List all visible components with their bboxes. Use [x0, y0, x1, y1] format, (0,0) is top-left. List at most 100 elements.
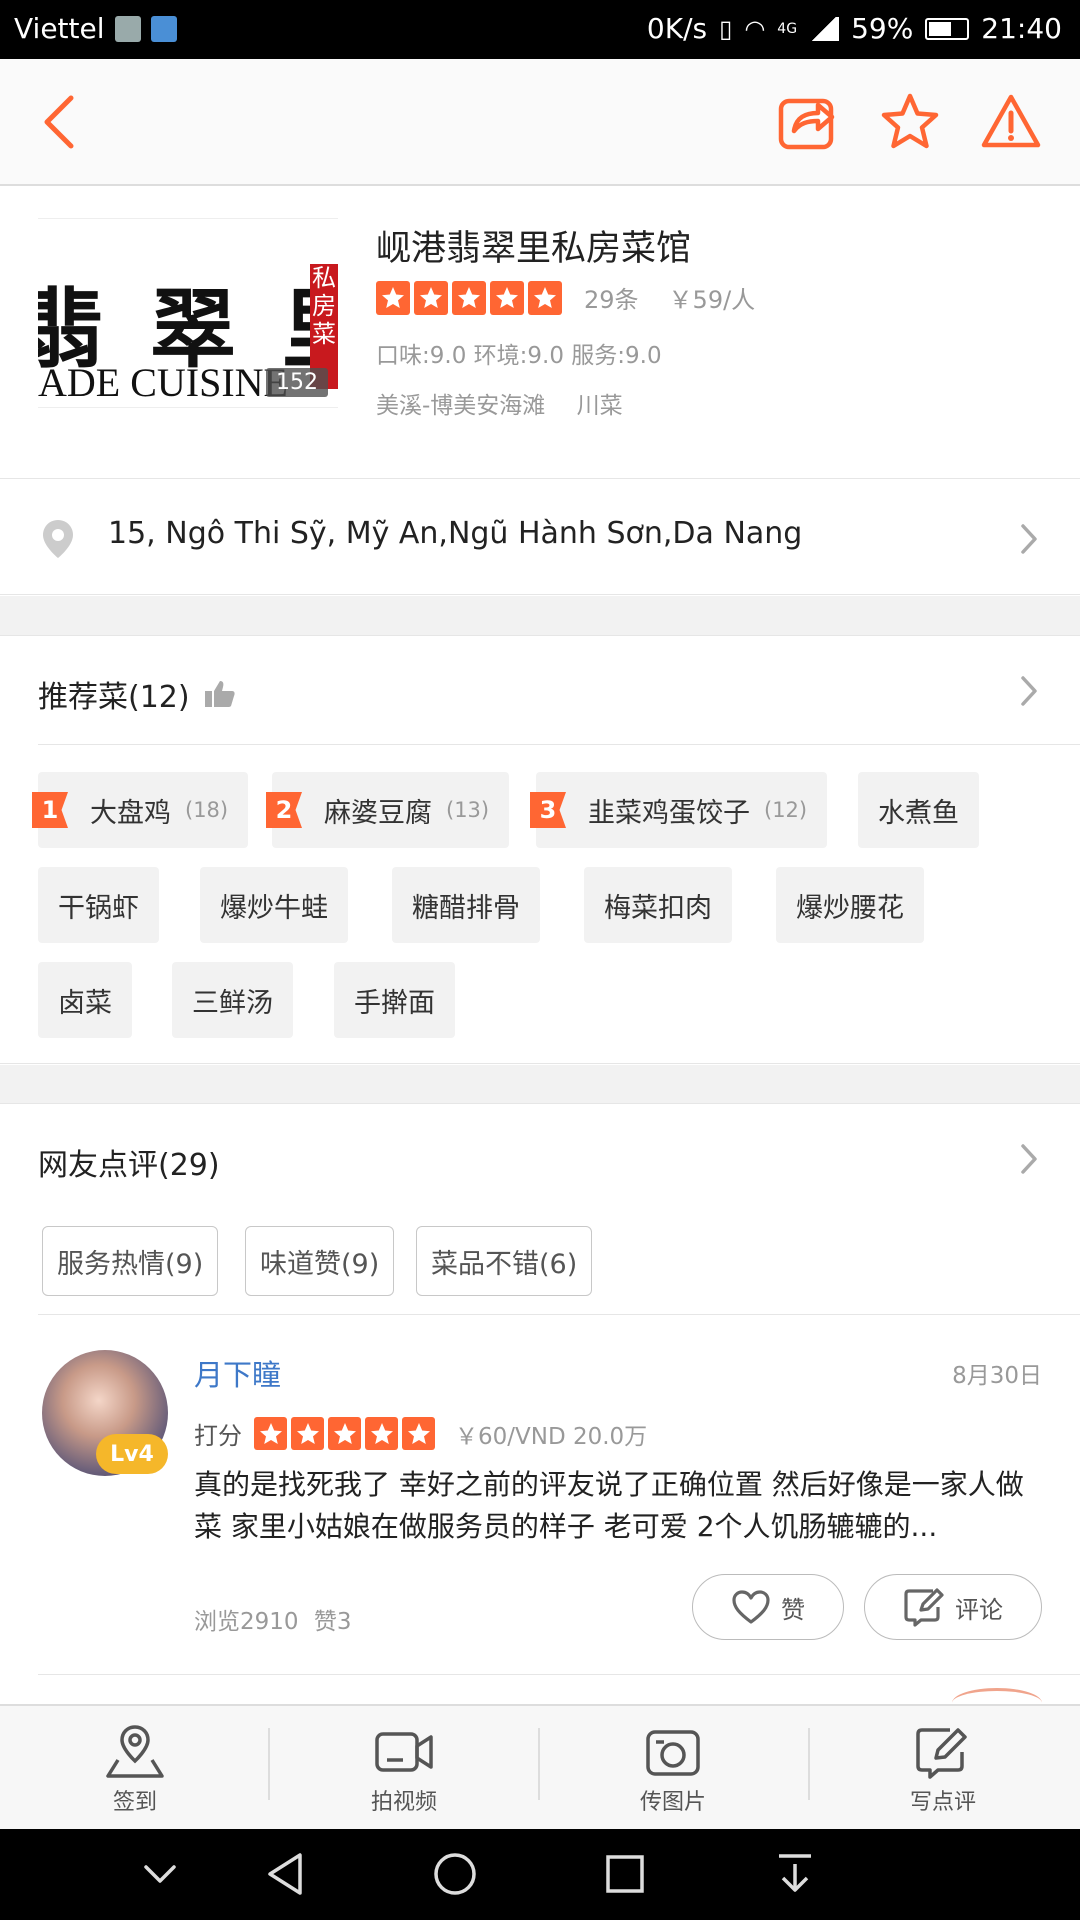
- report-button[interactable]: [976, 87, 1046, 157]
- dish-tag[interactable]: 糖醋排骨: [392, 867, 540, 943]
- record-video-label: 拍视频: [370, 1790, 437, 1815]
- rating-star-icon: [376, 280, 410, 315]
- rank-badge: 3: [530, 792, 566, 828]
- checkin-pin-icon: [106, 1725, 164, 1778]
- address-row[interactable]: 15, Ngô Thi Sỹ, Mỹ An,Ngũ Hành Sơn,Da Na…: [0, 480, 1080, 595]
- triangle-back-icon: [268, 1853, 302, 1895]
- rank-badge: 2: [266, 792, 302, 828]
- detail-scores: 口味:9.0 环境:9.0 服务:9.0: [376, 343, 662, 369]
- dish-name: 干锅虾: [58, 892, 139, 924]
- battery-percent: 59%: [851, 12, 914, 45]
- dish-name: 水煮鱼: [878, 797, 959, 829]
- nav-collapse-button[interactable]: [130, 1849, 190, 1899]
- dish-tag[interactable]: 爆炒牛蛙: [200, 867, 348, 943]
- review-date: 8月30日: [952, 1363, 1042, 1389]
- rating-star-icon: [328, 1417, 361, 1450]
- rating-star-icon: [490, 280, 524, 315]
- network-type: 4G: [777, 20, 798, 37]
- battery-icon: [925, 17, 970, 40]
- nav-recents-button[interactable]: [595, 1849, 655, 1899]
- share-icon: [778, 98, 835, 150]
- checkin-button[interactable]: 签到: [60, 1724, 210, 1816]
- rating-star-icon: [414, 280, 448, 315]
- review-score-row: 打分 ￥60/VND 20.0万: [194, 1416, 647, 1451]
- share-button[interactable]: [772, 87, 842, 157]
- rating-star-icon: [452, 280, 486, 315]
- photo-count-badge: 152: [266, 368, 328, 397]
- write-review-label: 写点评: [909, 1790, 976, 1815]
- notification-icon: [114, 15, 141, 42]
- review-text[interactable]: 真的是找死我了 幸好之前的评友说了正确位置 然后好像是一家人做菜 家里小姑娘在做…: [194, 1464, 1044, 1548]
- rating-star-icon: [291, 1417, 324, 1450]
- video-camera-icon: [375, 1732, 433, 1772]
- rating-star-icon: [365, 1417, 398, 1450]
- dish-name: 梅菜扣肉: [604, 892, 712, 924]
- review-tag[interactable]: 味道赞(9): [245, 1226, 395, 1296]
- vibrate-icon: ▯: [719, 14, 733, 43]
- system-nav-bar: [0, 1829, 1080, 1920]
- review-tag[interactable]: 菜品不错(6): [416, 1226, 593, 1296]
- reviews-title[interactable]: 网友点评(29): [38, 1140, 220, 1184]
- dish-tag[interactable]: 梅菜扣肉: [584, 867, 732, 943]
- chevron-right-icon: [1021, 1144, 1037, 1174]
- like-button[interactable]: 赞: [692, 1574, 844, 1640]
- comment-label: 评论: [955, 1595, 1003, 1624]
- record-video-button[interactable]: 拍视频: [329, 1724, 479, 1816]
- dish-tag[interactable]: 干锅虾: [38, 867, 159, 943]
- dish-name: 三鲜汤: [192, 987, 273, 1019]
- chevron-down-icon: [144, 1865, 176, 1883]
- square-recents-icon: [606, 1855, 644, 1893]
- dish-tag[interactable]: 爆炒腰花: [776, 867, 924, 943]
- back-arrow-icon: [44, 95, 74, 149]
- nav-back-button[interactable]: [255, 1849, 315, 1899]
- shop-rating-row: 29条 ￥59/人: [376, 280, 755, 315]
- dish-tag[interactable]: 卤菜: [38, 962, 132, 1038]
- dish-tag[interactable]: 2 麻婆豆腐 (13): [266, 772, 510, 848]
- nav-home-button[interactable]: [425, 1849, 485, 1899]
- review-price: ￥60/VND 20.0万: [455, 1423, 648, 1450]
- write-review-icon: [916, 1728, 967, 1779]
- chevron-right-icon: [1021, 524, 1037, 554]
- dish-tag[interactable]: 三鲜汤: [172, 962, 293, 1038]
- separator: [268, 1728, 270, 1800]
- section-gap: [0, 596, 1080, 636]
- divider: [38, 744, 1080, 745]
- dish-count: (18): [185, 798, 229, 822]
- signal-icon: [809, 16, 840, 41]
- action-bar: 签到 拍视频 传图片 写点评: [0, 1704, 1080, 1829]
- like-count: 赞3: [313, 1609, 352, 1635]
- upload-photo-button[interactable]: 传图片: [598, 1724, 748, 1816]
- recommended-dishes-section: 推荐菜(12) 1 大盘鸡 (18) 2 麻婆豆腐 (13) 3 韭菜鸡蛋饺子 …: [0, 636, 1080, 1064]
- favorite-button[interactable]: [875, 87, 945, 157]
- dish-tag[interactable]: 1 大盘鸡 (18): [32, 772, 249, 848]
- dish-tag[interactable]: 3 韭菜鸡蛋饺子 (12): [530, 772, 828, 848]
- divider: [38, 1674, 1080, 1675]
- recommended-header[interactable]: 推荐菜(12): [38, 672, 236, 716]
- section-gap: [0, 1065, 1080, 1104]
- shop-rating-stars: [376, 280, 562, 315]
- circle-home-icon: [434, 1853, 476, 1895]
- nav-notification-pull-button[interactable]: [765, 1849, 825, 1899]
- address-text: 15, Ngô Thi Sỹ, Mỹ An,Ngũ Hành Sơn,Da Na…: [108, 516, 803, 551]
- rank-badge: 1: [32, 792, 68, 828]
- separator: [808, 1728, 810, 1800]
- pull-down-icon: [779, 1854, 811, 1892]
- dish-tag[interactable]: 手擀面: [334, 962, 455, 1038]
- comment-button[interactable]: 评论: [864, 1574, 1042, 1640]
- review-tag[interactable]: 服务热情(9): [42, 1226, 219, 1296]
- rating-star-icon: [402, 1417, 435, 1450]
- review-rating-stars: [254, 1417, 435, 1450]
- chevron-right-icon: [1021, 676, 1037, 706]
- dish-name: 手擀面: [354, 987, 435, 1019]
- clock: 21:40: [981, 12, 1062, 45]
- dish-name: 麻婆豆腐: [324, 797, 432, 829]
- dish-tag[interactable]: 水煮鱼: [858, 772, 979, 848]
- warning-icon: [981, 94, 1041, 148]
- carrier-label: Viettel: [14, 12, 105, 45]
- back-button[interactable]: [24, 87, 94, 157]
- write-review-button[interactable]: 写点评: [868, 1724, 1018, 1816]
- review-username[interactable]: 月下瞳: [194, 1352, 281, 1394]
- status-bar: Viettel 0K/s ▯ ◠ 4G 59% 21:40: [0, 0, 1080, 59]
- shop-photo[interactable]: 翡 翠 里 ADE CUISINE 私房菜 152: [38, 218, 338, 408]
- dish-name: 韭菜鸡蛋饺子: [588, 797, 750, 829]
